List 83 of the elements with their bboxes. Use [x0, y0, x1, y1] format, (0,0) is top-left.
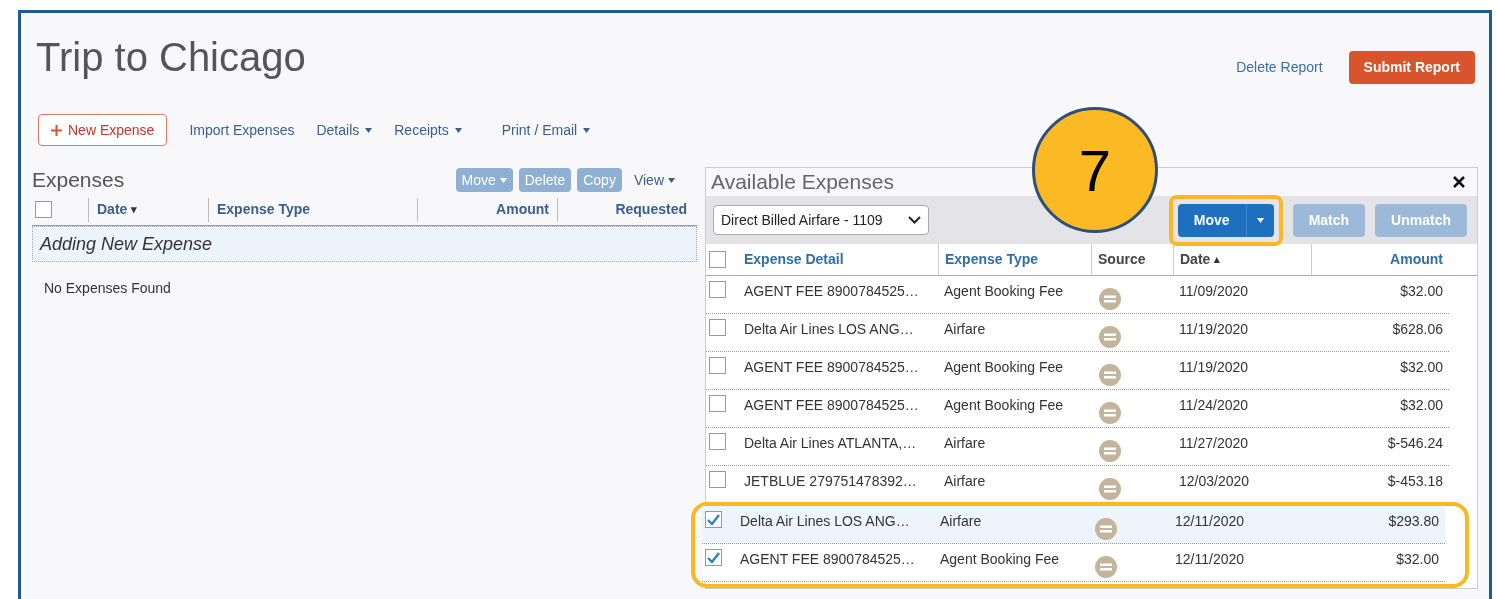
empty-message: No Expenses Found — [44, 280, 171, 296]
checkmark-icon — [707, 514, 720, 525]
expense-row[interactable]: AGENT FEE 8900784525… Agent Booking Fee 12/11/2020 $32.00 — [702, 544, 1445, 582]
toolbar-link[interactable]: Receipts — [394, 119, 462, 141]
table-cell: Agent Booking Fee — [944, 397, 1064, 413]
checkbox[interactable] — [709, 357, 726, 374]
table-cell-text: $32.00 — [1400, 396, 1443, 415]
checkbox[interactable] — [35, 201, 52, 218]
checkbox[interactable] — [709, 319, 726, 336]
table-cell: Delta Air Lines ATLANTA,… — [744, 435, 917, 451]
table-cell: 11/27/2020 — [1179, 435, 1249, 451]
caret-icon — [454, 127, 462, 133]
table-cell: 12/11/2020 — [1175, 513, 1245, 529]
panel-button[interactable]: Move — [1177, 203, 1274, 237]
table-cell-text: $628.06 — [1392, 320, 1443, 339]
submit-report-button[interactable]: Submit Report — [1348, 51, 1475, 84]
table-cell: AGENT FEE 8900784525… — [744, 283, 919, 299]
table-cell-text: $293.80 — [1388, 512, 1439, 531]
sort-arrow: ▴ — [1214, 252, 1221, 268]
delete-report-link[interactable]: Delete Report — [1236, 57, 1323, 78]
table-cell: Delta Air Lines LOS ANG… — [744, 321, 914, 337]
table-cell: JETBLUE 279751478392… — [744, 473, 917, 489]
table-cell: AGENT FEE 8900784525… — [744, 359, 919, 375]
column-header[interactable]: Amount — [1390, 249, 1443, 270]
checkbox[interactable] — [709, 395, 726, 412]
table-cell: 11/19/2020 — [1179, 321, 1249, 337]
sort-arrow: ▾ — [131, 202, 138, 218]
table-cell: 12/03/2020 — [1179, 473, 1250, 489]
table-cell-text: $32.00 — [1400, 358, 1443, 377]
table-cell: Airfare — [944, 435, 986, 451]
checkbox[interactable] — [705, 549, 722, 566]
report-title: Trip to Chicago — [36, 34, 306, 81]
chevron-icon — [908, 216, 921, 224]
checkbox[interactable] — [709, 251, 726, 268]
toolbar-link[interactable]: Details — [316, 119, 373, 141]
checkbox[interactable] — [709, 471, 726, 488]
column-header[interactable]: Expense Detail — [744, 249, 844, 270]
table-cell: Airfare — [944, 473, 986, 489]
table-cell: AGENT FEE 8900784525… — [740, 551, 915, 567]
toolbar-link[interactable]: Import Expenses — [189, 119, 295, 141]
checkmark-icon — [707, 552, 720, 563]
caret-icon — [365, 127, 373, 133]
table-cell: Agent Booking Fee — [944, 283, 1064, 299]
table-cell: 11/24/2020 — [1179, 397, 1249, 413]
panel-title: Available Expenses — [711, 169, 894, 196]
close-icon[interactable] — [1453, 176, 1465, 188]
plus-icon — [51, 124, 62, 136]
column-header[interactable]: Date — [97, 199, 128, 220]
caret-icon — [1256, 217, 1264, 223]
checkbox[interactable] — [705, 511, 722, 528]
filter-select[interactable]: Direct Billed Airfare - 1109 — [713, 205, 929, 235]
column-header[interactable]: Expense Type — [217, 199, 311, 220]
checkbox[interactable] — [709, 433, 726, 450]
expenses-heading: Expenses — [32, 167, 126, 194]
table-cell: 11/09/2020 — [1179, 283, 1249, 299]
column-header[interactable]: Expense Type — [945, 249, 1039, 270]
table-cell-text: $-546.24 — [1387, 434, 1443, 453]
expense-row[interactable]: Delta Air Lines LOS ANG… Airfare 12/11/2020 $293.80 — [702, 506, 1445, 544]
table-cell: Delta Air Lines LOS ANG… — [740, 513, 910, 529]
caret-icon — [583, 127, 591, 133]
new-expense-row[interactable]: Adding New Expense — [32, 226, 697, 262]
table-cell: 12/11/2020 — [1175, 551, 1245, 567]
table-cell-text: $32.00 — [1400, 282, 1443, 301]
table-cell: Agent Booking Fee — [940, 551, 1060, 567]
action-button[interactable]: View — [627, 168, 681, 192]
table-cell-text: $-453.18 — [1387, 472, 1443, 491]
caret-icon — [499, 177, 507, 183]
table-cell: Airfare — [940, 513, 982, 529]
column-header[interactable]: Source — [1098, 249, 1146, 270]
new-expense-button[interactable]: New Expense — [38, 114, 168, 146]
table-cell: 11/19/2020 — [1179, 359, 1249, 375]
table-cell-text: $32.00 — [1396, 550, 1439, 569]
caret-icon — [668, 177, 675, 183]
column-header[interactable]: Amount — [496, 199, 549, 220]
checkbox[interactable] — [709, 281, 726, 298]
new-expense-label: Adding New Expense — [40, 232, 213, 256]
table-cell: Airfare — [944, 321, 986, 337]
toolbar-link[interactable]: Print / Email — [501, 119, 591, 141]
table-cell: Agent Booking Fee — [944, 359, 1064, 375]
column-header[interactable]: Requested — [615, 199, 687, 220]
filter-value: Direct Billed Airfare - 1109 — [721, 210, 883, 230]
table-cell: AGENT FEE 8900784525… — [744, 397, 919, 413]
column-header[interactable]: Date — [1180, 249, 1211, 270]
